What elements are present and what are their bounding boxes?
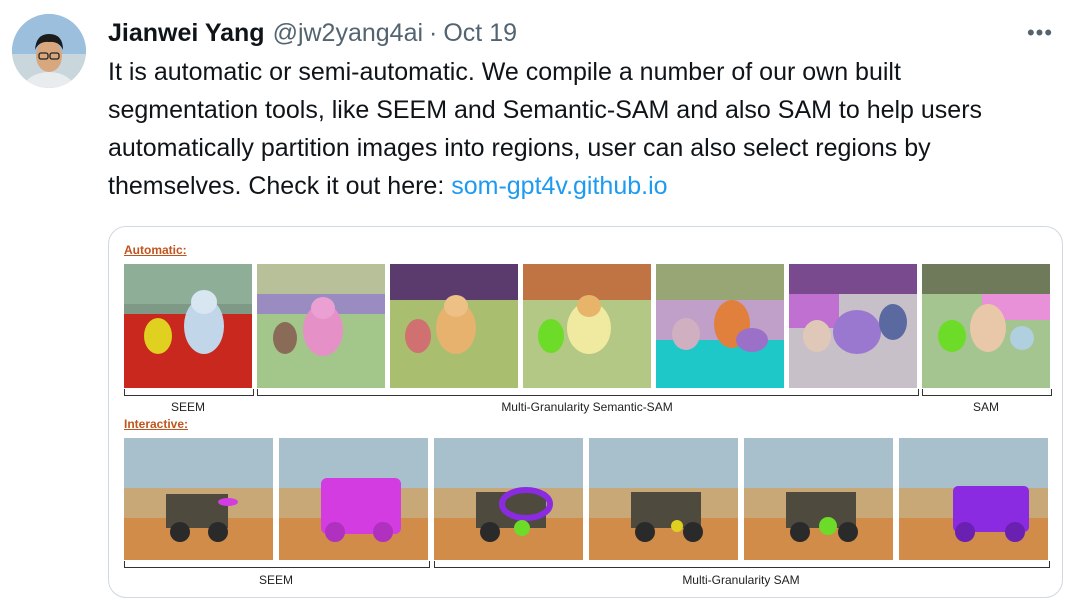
multi-granularity-sam-image-2 [434, 438, 583, 560]
caption-seem-auto: SEEM [170, 400, 205, 414]
seem-bracket [124, 389, 254, 396]
multi-granularity-sam-bracket [434, 561, 1050, 568]
tweet-text: It is automatic or semi-automatic. We co… [108, 53, 1053, 205]
interactive-section-label: Interactive: [124, 417, 189, 431]
caption-multi-granularity-sam: Multi-Granularity SAM [682, 573, 800, 587]
semantic-sam-image-2 [390, 264, 518, 388]
multi-granularity-sam-image-5 [899, 438, 1048, 560]
author-name[interactable]: Jianwei Yang [108, 19, 265, 48]
semantic-sam-image-4 [656, 264, 784, 388]
tweet-date[interactable]: Oct 19 [443, 19, 517, 48]
tweet-header: Jianwei Yang @jw2yang4ai · Oct 19 ••• [108, 16, 1060, 50]
separator: · [429, 18, 438, 47]
multi-granularity-sam-image-1 [279, 438, 428, 560]
automatic-section-label: Automatic: [124, 243, 187, 257]
semantic-sam-bracket [257, 389, 919, 396]
sam-auto-image [922, 264, 1050, 388]
seem-auto-image [124, 264, 252, 388]
tweet-link[interactable]: som-gpt4v.github.io [451, 172, 667, 200]
multi-granularity-sam-image-3 [589, 438, 738, 560]
seem-interactive-image [124, 438, 273, 560]
semantic-sam-image-3 [523, 264, 651, 388]
caption-sam: SAM [972, 400, 999, 414]
avatar[interactable] [12, 14, 86, 88]
seem-interactive-bracket [124, 561, 430, 568]
more-options-icon[interactable]: ••• [1020, 16, 1060, 50]
caption-seem-interactive: SEEM [258, 573, 293, 587]
multi-granularity-sam-image-4 [744, 438, 893, 560]
semantic-sam-image-5 [789, 264, 917, 388]
caption-semantic-sam: Multi-Granularity Semantic-SAM [501, 400, 673, 414]
sam-bracket [922, 389, 1052, 396]
tweet-media-figure[interactable]: Automatic: SEEM Multi-Granularity Semant… [108, 226, 1063, 598]
author-handle[interactable]: @jw2yang4ai [273, 19, 423, 48]
semantic-sam-image-1 [257, 264, 385, 388]
